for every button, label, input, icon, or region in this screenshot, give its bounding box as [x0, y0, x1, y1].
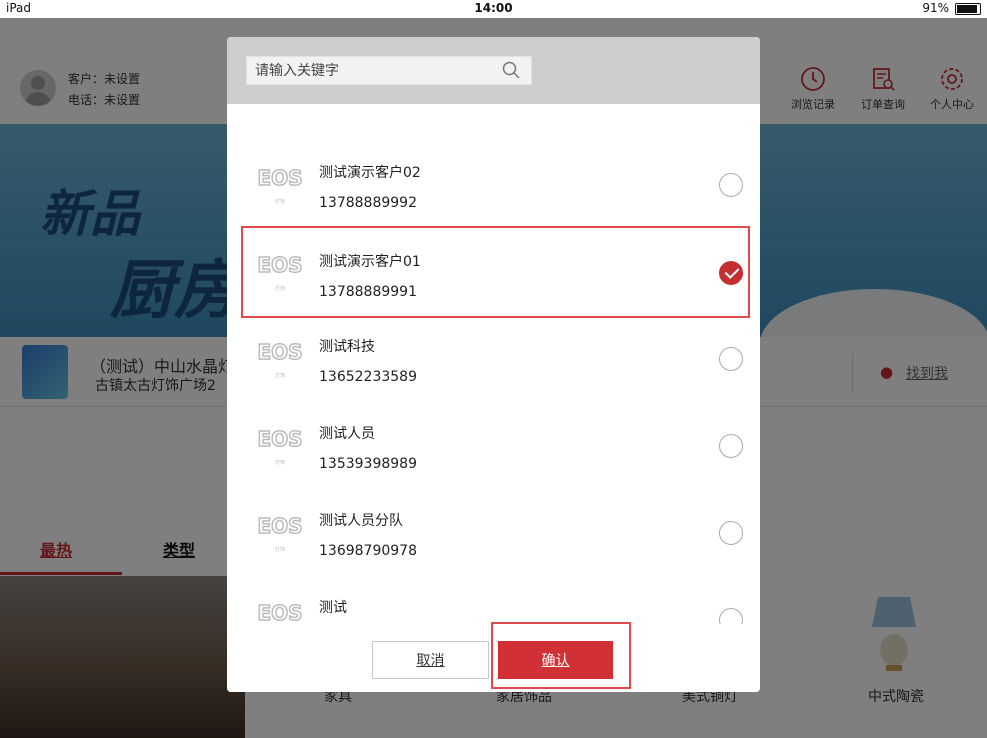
svg-text:EOS: EOS: [257, 514, 302, 538]
svg-text:灯饰: 灯饰: [275, 546, 285, 553]
cancel-button[interactable]: 取消: [372, 641, 489, 679]
customer-phone: 13698790978: [319, 543, 417, 559]
customer-name: 测试演示客户01: [319, 254, 421, 270]
search-box: [246, 56, 532, 85]
select-radio[interactable]: [719, 434, 743, 458]
svg-text:灯饰: 灯饰: [275, 198, 285, 205]
clock: 14:00: [474, 1, 513, 15]
list-item[interactable]: EOS 灯饰 测试科技 13652233589: [243, 315, 748, 399]
svg-text:灯饰: 灯饰: [275, 285, 285, 292]
search-icon[interactable]: [502, 61, 520, 79]
svg-text:灯饰: 灯饰: [275, 372, 285, 379]
customer-name: 测试科技: [319, 339, 375, 355]
svg-text:EOS: EOS: [257, 166, 302, 190]
list-item[interactable]: EOS 灯饰 测试演示客户02 13788889992: [243, 141, 748, 225]
customer-phone: 13788889991: [319, 284, 417, 300]
customer-phone: 13539398989: [319, 456, 417, 472]
svg-text:灯饰: 灯饰: [275, 459, 285, 466]
company-logo-icon: EOS 灯饰: [257, 339, 304, 379]
select-radio[interactable]: [719, 608, 743, 624]
company-logo-icon: EOS 灯饰: [257, 252, 304, 292]
select-radio[interactable]: [719, 347, 743, 371]
customer-select-dialog: EOS 灯饰 测试演示客户02 13788889992 EOS 灯饰 测试演示客…: [227, 37, 760, 692]
customer-phone: 13652233589: [319, 369, 417, 385]
select-radio-checked[interactable]: [719, 261, 743, 285]
select-radio[interactable]: [719, 521, 743, 545]
battery-icon: [955, 3, 981, 15]
svg-text:EOS: EOS: [257, 427, 302, 451]
confirm-highlight-box: [491, 622, 631, 689]
customer-name: 测试: [319, 600, 347, 616]
list-item[interactable]: EOS 灯饰 测试人员 13539398989: [243, 402, 748, 486]
battery-percent: 91%: [922, 1, 949, 15]
company-logo-icon: EOS 灯饰: [257, 426, 304, 466]
customer-name: 测试演示客户02: [319, 165, 421, 181]
list-item[interactable]: EOS 灯饰 测试演示客户01 13788889991: [241, 226, 750, 318]
status-bar: iPad 14:00 91%: [0, 0, 987, 18]
customer-list: EOS 灯饰 测试演示客户02 13788889992 EOS 灯饰 测试演示客…: [227, 104, 760, 624]
company-logo-icon: EOS 灯饰: [257, 600, 304, 624]
svg-text:EOS: EOS: [257, 340, 302, 364]
svg-text:EOS: EOS: [257, 253, 302, 277]
customer-name: 测试人员分队: [319, 513, 403, 529]
customer-phone: 13788889992: [319, 195, 417, 211]
dialog-header: [227, 37, 760, 104]
list-item[interactable]: EOS 灯饰 测试人员分队 13698790978: [243, 489, 748, 573]
select-radio[interactable]: [719, 173, 743, 197]
svg-text:EOS: EOS: [257, 601, 302, 624]
company-logo-icon: EOS 灯饰: [257, 513, 304, 553]
search-input[interactable]: [255, 61, 495, 81]
company-logo-icon: EOS 灯饰: [257, 165, 304, 205]
list-item[interactable]: EOS 灯饰 测试: [243, 576, 748, 624]
customer-name: 测试人员: [319, 426, 375, 442]
